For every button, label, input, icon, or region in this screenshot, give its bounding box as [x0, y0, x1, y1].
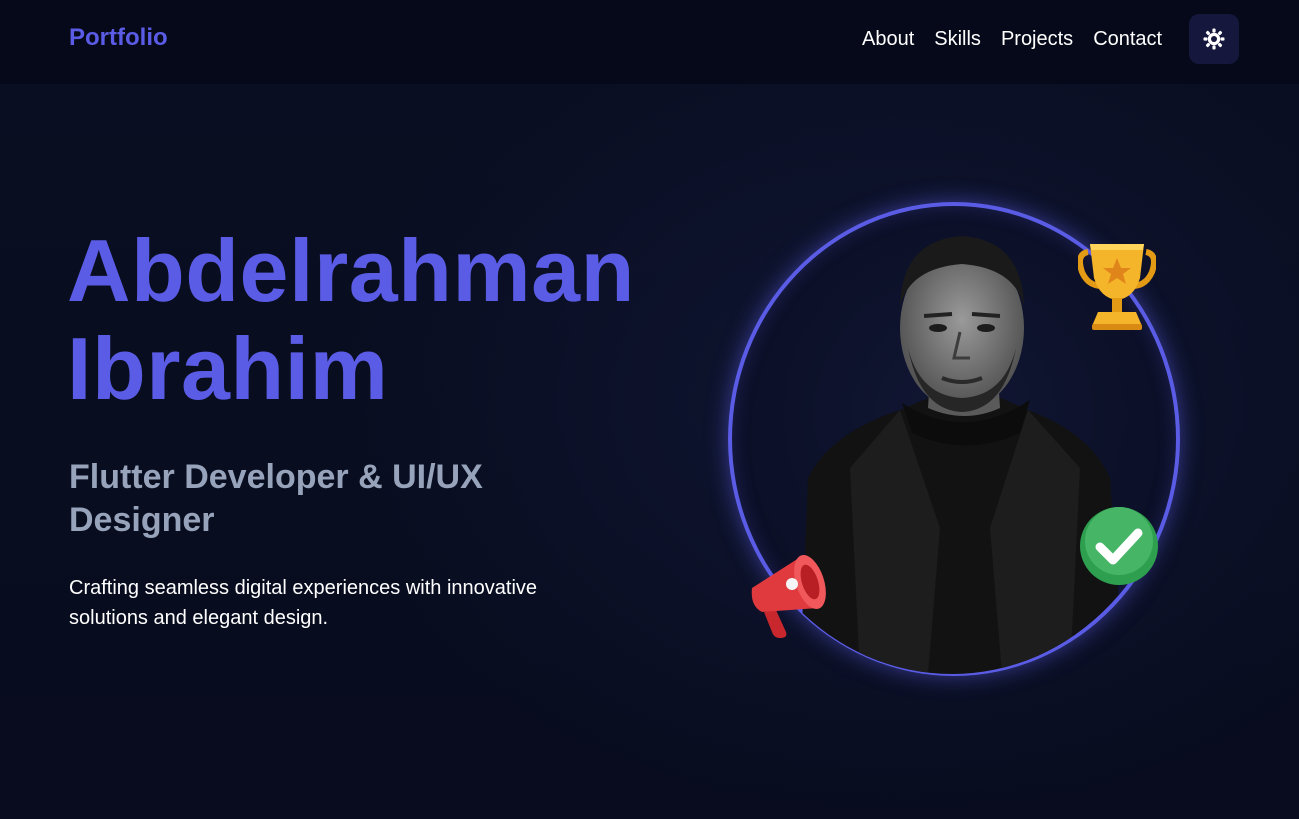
hero-tagline: Crafting seamless digital experiences wi…	[69, 577, 538, 629]
check-icon	[1080, 507, 1158, 585]
hero-name: Abdelrahman Ibrahim	[67, 222, 707, 418]
top-navbar: Portfolio About Skills Projects Contact	[0, 0, 1299, 84]
nav-link-about[interactable]: About	[862, 26, 914, 52]
hero-name-last: Ibrahim	[67, 319, 389, 418]
nav-links: About Skills Projects Contact	[862, 26, 1182, 52]
nav-link-skills[interactable]: Skills	[934, 26, 981, 52]
nav-link-projects[interactable]: Projects	[1001, 26, 1073, 52]
sun-gear-icon	[1203, 28, 1225, 50]
hero-role: Flutter Developer & UI/UX Designer	[69, 458, 483, 539]
megaphone-icon	[751, 555, 826, 638]
brand-logo-link[interactable]: Portfolio	[69, 24, 168, 52]
nav-link-contact[interactable]: Contact	[1093, 26, 1162, 52]
hero-name-first: Abdelrahman	[67, 221, 635, 320]
trophy-icon	[1078, 244, 1156, 330]
theme-toggle-button[interactable]	[1189, 14, 1239, 64]
